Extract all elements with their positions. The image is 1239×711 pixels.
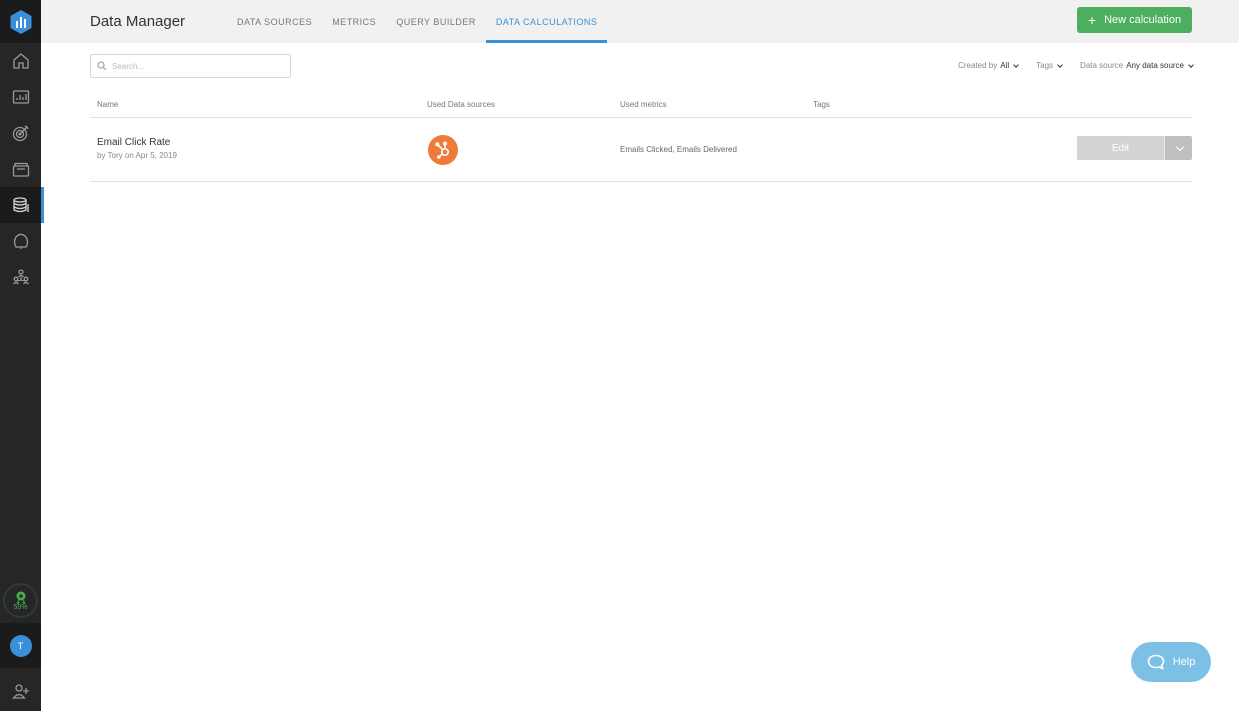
- edit-button[interactable]: Edit: [1077, 136, 1164, 160]
- column-header-data-sources: Used Data sources: [427, 100, 496, 109]
- chevron-down-icon: [1013, 61, 1019, 68]
- team-icon: [12, 269, 29, 285]
- data-source-badge: [428, 135, 458, 165]
- data-source-value: Any data source: [1126, 61, 1184, 70]
- goal-progress-value: 50%: [13, 603, 28, 611]
- search-box: [90, 54, 291, 78]
- help-button[interactable]: Help: [1131, 642, 1211, 682]
- new-calculation-label: New calculation: [1104, 14, 1182, 26]
- used-metrics: Emails Clicked, Emails Delivered: [620, 145, 737, 154]
- goal-progress-badge[interactable]: 50%: [3, 583, 38, 618]
- chevron-down-icon: [1057, 61, 1063, 68]
- tab-data-sources[interactable]: DATA SOURCES: [227, 0, 322, 43]
- search-input[interactable]: [112, 61, 282, 71]
- user-menu[interactable]: T: [0, 623, 41, 668]
- tab-query-builder[interactable]: QUERY BUILDER: [386, 0, 486, 43]
- sidebar-item-alerts[interactable]: [0, 223, 41, 259]
- hubspot-icon: [435, 141, 450, 159]
- tab-bar: DATA SOURCES METRICS QUERY BUILDER DATA …: [227, 0, 607, 43]
- column-header-name[interactable]: Name: [97, 100, 118, 109]
- logo-icon: [10, 9, 31, 34]
- edit-button-group: Edit: [1077, 136, 1192, 160]
- sidebar: 50% T: [0, 0, 44, 711]
- sidebar-item-reports[interactable]: [0, 151, 41, 187]
- filter-bar: Created by All Tags Data source Any data…: [958, 61, 1194, 70]
- tab-data-calculations[interactable]: DATA CALCULATIONS: [485, 0, 608, 43]
- column-header-metrics: Used metrics: [620, 100, 667, 109]
- help-label: Help: [1172, 656, 1196, 668]
- data-source-filter[interactable]: Data source Any data source: [1080, 61, 1194, 70]
- table-row[interactable]: Email Click Rate by Tory on Apr 5, 2019 …: [90, 118, 1192, 182]
- plus-icon: +: [1087, 12, 1097, 28]
- sidebar-item-home[interactable]: [0, 43, 41, 79]
- chevron-down-icon: [1175, 142, 1184, 152]
- table-header: Name Used Data sources Used metrics Tags: [90, 92, 1192, 118]
- calculation-name[interactable]: Email Click Rate: [97, 137, 170, 148]
- created-by-filter[interactable]: Created by All: [958, 61, 1019, 70]
- data-manager-icon: [12, 197, 29, 213]
- sidebar-item-dashboards[interactable]: [0, 79, 41, 115]
- award-icon: [16, 591, 25, 604]
- app-logo[interactable]: [0, 0, 41, 43]
- calculation-meta: by Tory on Apr 5, 2019: [97, 151, 177, 160]
- edit-dropdown-toggle[interactable]: [1164, 136, 1192, 160]
- chevron-down-icon: [1188, 61, 1194, 68]
- alerts-icon: [13, 233, 28, 249]
- reports-icon: [12, 162, 29, 177]
- sidebar-item-data-manager[interactable]: [0, 187, 44, 223]
- sidebar-item-team[interactable]: [0, 259, 41, 295]
- tab-metrics[interactable]: METRICS: [322, 0, 386, 43]
- goals-icon: [12, 125, 29, 142]
- data-source-label: Data source: [1080, 61, 1124, 70]
- new-calculation-button[interactable]: + New calculation: [1077, 7, 1192, 33]
- home-icon: [12, 53, 29, 69]
- chat-bubble-icon: [1147, 654, 1164, 670]
- created-by-value: All: [1000, 61, 1010, 70]
- column-header-tags: Tags: [813, 100, 830, 109]
- sidebar-item-goals[interactable]: [0, 115, 41, 151]
- search-icon: [97, 61, 107, 71]
- page-title: Data Manager: [90, 13, 186, 30]
- created-by-label: Created by: [958, 61, 998, 70]
- tags-filter[interactable]: Tags: [1036, 61, 1063, 70]
- top-header: Data Manager DATA SOURCES METRICS QUERY …: [41, 0, 1239, 43]
- invite-user-button[interactable]: [0, 673, 41, 709]
- dashboard-icon: [12, 90, 29, 104]
- avatar: T: [9, 634, 32, 657]
- add-user-icon: [11, 684, 29, 699]
- calculations-table: Name Used Data sources Used metrics Tags…: [90, 92, 1192, 182]
- tags-filter-label: Tags: [1036, 61, 1054, 70]
